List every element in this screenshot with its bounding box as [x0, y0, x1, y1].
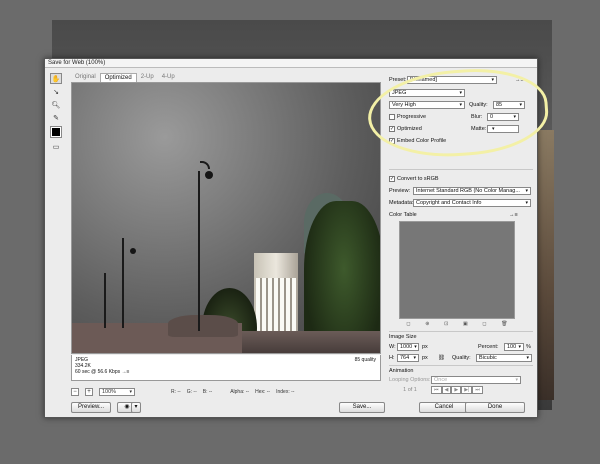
tab-original[interactable]: Original: [71, 73, 100, 82]
height-unit: px: [422, 355, 428, 361]
first-frame-button[interactable]: ⏮: [431, 386, 442, 394]
info-quality: 85 quality: [354, 357, 376, 363]
download-speed-menu-icon[interactable]: →≡: [122, 369, 130, 375]
convert-srgb-label: Convert to sRGB: [397, 176, 439, 182]
tab-4-up[interactable]: 4-Up: [158, 73, 179, 82]
cancel-button[interactable]: Cancel: [419, 402, 469, 413]
view-tabs: Original Optimized 2-Up 4-Up: [71, 73, 179, 82]
metadata-label: Metadata:: [389, 200, 414, 206]
divider: [389, 169, 533, 170]
constrain-proportions-link-icon[interactable]: ⛓: [438, 355, 445, 361]
toggle-slices-icon[interactable]: ▭: [50, 141, 62, 152]
width-unit: px: [422, 344, 428, 350]
hand-tool-icon[interactable]: ✋: [50, 73, 62, 84]
delete-color-icon[interactable]: 🗑︎: [501, 321, 507, 329]
percent-label: Percent:: [478, 344, 499, 350]
divider: [389, 365, 533, 366]
color-table-title: Color Table: [389, 212, 417, 218]
preview-profile-select[interactable]: Internet Standard RGB (No Color Manag...: [413, 187, 531, 195]
resample-quality-select[interactable]: Bicubic: [476, 354, 532, 362]
convert-srgb-checkbox[interactable]: ✓: [389, 176, 395, 182]
tab-optimized[interactable]: Optimized: [99, 73, 137, 82]
blue-readout: B: --: [202, 388, 213, 395]
toolbox: ✋ ↘ 🔍︎ ✎ ▭: [50, 73, 64, 154]
width-input[interactable]: 1000: [397, 343, 419, 351]
background-photo-edge: [536, 130, 554, 400]
tab-2-up[interactable]: 2-Up: [137, 73, 158, 82]
browser-preview-menu-icon[interactable]: ▾: [131, 402, 141, 413]
looping-options-label: Looping Options:: [389, 377, 431, 383]
last-frame-button[interactable]: ⏭: [472, 386, 483, 394]
street-lamp-pole: [122, 238, 124, 328]
resample-quality-label: Quality:: [452, 355, 471, 361]
new-color-icon[interactable]: ▣: [463, 321, 468, 329]
percent-input[interactable]: 100: [504, 343, 524, 351]
green-readout: G: --: [186, 388, 197, 395]
preview-info-panel: JPEG 334.2K 60 sec @ 56.6 Kbps →≡ 85 qua…: [71, 355, 381, 381]
height-label: H:: [389, 355, 395, 361]
animation-title: Animation: [389, 368, 414, 374]
status-bar: − + 100% R: -- G: -- B: -- Alpha: -- Hex…: [71, 387, 381, 396]
frame-counter: 1 of 1: [403, 387, 417, 393]
hex-readout: Hex: --: [255, 388, 271, 395]
percent-unit: %: [526, 344, 531, 350]
street-lamp-light: [205, 171, 213, 179]
web-shift-icon[interactable]: ⊕: [425, 321, 429, 329]
zoom-out-button[interactable]: −: [71, 387, 79, 396]
slice-select-tool-icon[interactable]: ↘: [50, 86, 62, 97]
eyedropper-tool-icon[interactable]: ✎: [50, 112, 62, 123]
play-button[interactable]: ▶: [451, 386, 462, 394]
street-lamp-pole: [104, 273, 106, 328]
zoom-in-button[interactable]: +: [85, 387, 93, 396]
next-frame-button[interactable]: ▶|: [461, 386, 473, 394]
index-readout: Index: --: [276, 388, 295, 395]
color-table: [399, 221, 515, 319]
color-table-menu-icon[interactable]: →≡: [509, 212, 518, 218]
info-time: 60 sec @ 56.6 Kbps →≡: [75, 369, 130, 375]
zoom-tool-icon[interactable]: 🔍︎: [50, 99, 62, 110]
done-button[interactable]: Done: [465, 402, 525, 413]
street-lamp-light: [130, 248, 136, 254]
preview-profile-label: Preview:: [389, 188, 411, 194]
image-preview[interactable]: [71, 82, 381, 354]
alpha-readout: Alpha: --: [230, 388, 250, 395]
height-input[interactable]: 764: [397, 354, 419, 362]
zoom-select[interactable]: 100%: [99, 387, 135, 396]
lock-color-icon[interactable]: ⊡: [444, 321, 448, 329]
save-button[interactable]: Save...: [339, 402, 385, 413]
looping-options-select[interactable]: Once: [431, 376, 521, 384]
red-readout: R: --: [171, 388, 181, 395]
image-size-title: Image Size: [389, 334, 417, 340]
width-label: W:: [389, 344, 396, 350]
preview-button[interactable]: Preview...: [71, 402, 111, 413]
map-color-icon[interactable]: ◻: [406, 321, 410, 329]
eyedropper-color-swatch[interactable]: [50, 126, 62, 138]
new-swatch-icon[interactable]: ◻: [482, 321, 486, 329]
lion-statue: [168, 315, 238, 337]
street-lamp-pole: [198, 171, 200, 331]
window-title: Save for Web (100%): [45, 59, 537, 68]
previous-frame-button[interactable]: ◀: [441, 386, 452, 394]
metadata-select[interactable]: Copyright and Contact Info: [413, 199, 531, 207]
color-table-toolbar: ◻ ⊕ ⊡ ▣ ◻ 🗑︎: [399, 321, 515, 329]
divider: [389, 331, 533, 332]
